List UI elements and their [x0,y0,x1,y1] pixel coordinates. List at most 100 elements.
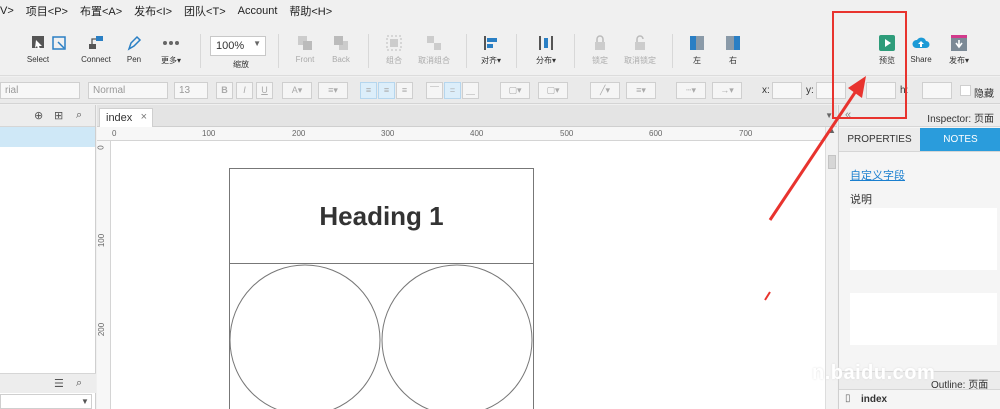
front-button[interactable]: Front [290,34,320,64]
tab-notes[interactable]: NOTES [920,128,1000,152]
font-size-select[interactable]: 13 [174,82,208,99]
watermark: n.baidu.com [812,362,936,384]
share-button[interactable]: Share [906,34,936,64]
lock-button[interactable]: 锁定 [586,34,614,66]
download-icon [951,35,967,51]
menu-project[interactable]: 项目<P> [26,3,68,19]
chevron-down-icon: ▼ [253,39,261,48]
hidden-label: 隐藏 [974,89,994,100]
ungroup-button[interactable]: 取消组合 [414,34,454,66]
italic-button[interactable]: I [236,82,253,99]
notes-secondary-box[interactable] [850,293,997,345]
tab-index[interactable]: index × [99,108,153,127]
zoom-select[interactable]: 100% ▼ [210,36,266,56]
add-page-icon[interactable]: ⊕ [34,109,43,122]
right-panel-toggle[interactable]: 右 [720,34,746,66]
h-input[interactable] [922,82,952,99]
fill-color-button[interactable]: ▢▾ [500,82,530,99]
more-button[interactable]: 更多▾ [156,34,186,66]
connect-button[interactable]: Connect [78,34,114,64]
back-button[interactable]: Back [326,34,356,64]
font-style-select[interactable]: Normal [88,82,168,99]
lock-icon [595,35,605,50]
align-icon [484,36,497,50]
left-panel-toggle[interactable]: 左 [684,34,710,66]
x-input[interactable] [772,82,802,99]
search-icon[interactable]: ⌕ [76,377,82,390]
unlock-button[interactable]: 取消锁定 [620,34,660,66]
notes-label: 说明 [850,194,872,206]
distribute-icon [539,36,553,50]
menu-icon[interactable]: ☰ [54,377,64,390]
outline-item-index[interactable]: index [861,394,887,405]
menu-arrange[interactable]: 布置<A> [80,3,122,19]
widgets-header: ☰ ⌕ [0,373,96,393]
left-panel-icon [690,36,704,50]
align-button[interactable]: 对齐▾ [476,34,506,66]
page-tab-bar: index × ▼ [97,105,837,127]
toolbar-separator [368,34,369,68]
pen-button[interactable]: Pen [120,34,148,64]
zoom-label: 缩放 [233,60,249,69]
line-style-button[interactable]: ┄▾ [676,82,706,99]
notes-textarea[interactable] [850,208,997,270]
text-highlight-button[interactable]: ≡▾ [318,82,348,99]
align-left-button[interactable]: ≡ [360,82,377,99]
align-right-button[interactable]: ≡ [396,82,413,99]
scrollbar-thumb[interactable] [828,155,836,169]
align-center-button[interactable]: ≡ [378,82,395,99]
hidden-checkbox[interactable] [960,85,971,96]
underline-button[interactable]: U [256,82,273,99]
chevron-down-icon: ▼ [81,397,89,406]
line-color-button[interactable]: ╱▾ [590,82,620,99]
widget-library-select[interactable]: ▼ [0,394,92,409]
page-icon: ▯ [845,393,851,404]
heading-widget[interactable]: Heading 1 [230,169,533,264]
tab-properties[interactable]: PROPERTIES [839,128,920,152]
valign-bottom-button[interactable]: ⎽ [462,82,479,99]
vertical-ruler: 0 100 200 [97,141,111,409]
toolbar-separator [278,34,279,68]
toolbar-separator [516,34,517,68]
publish-button[interactable]: 发布▾ [944,34,974,66]
bold-button[interactable]: B [216,82,233,99]
toolbar-separator [672,34,673,68]
add-folder-icon[interactable]: ⊞ [54,109,63,122]
unlock-icon [635,35,645,50]
menu-view[interactable]: V> [0,5,14,17]
custom-fields-link[interactable]: 自定义字段 [850,167,905,183]
arrow-style-button[interactable]: →▾ [712,82,742,99]
toolbar-separator [200,34,201,68]
toolbar-separator [466,34,467,68]
search-icon[interactable]: ⌕ [76,109,82,122]
annotation-highlight-box [832,11,907,119]
pen-icon [127,35,142,51]
line-width-button[interactable]: ≡▾ [626,82,656,99]
wireframe-page[interactable]: Heading 1 [229,168,534,409]
circle-shape-left[interactable] [229,264,381,409]
font-family-select[interactable]: rial [0,82,80,99]
menu-publish[interactable]: 发布<I> [134,3,172,19]
scroll-up-icon[interactable]: ▲ [828,126,836,135]
group-button[interactable]: 组合 [378,34,410,66]
send-back-icon [334,36,348,50]
valign-middle-button[interactable]: = [444,82,461,99]
y-label: y: [806,85,814,96]
cloud-upload-icon [912,37,930,48]
bring-front-icon [298,36,312,50]
toolbar-separator [574,34,575,68]
close-icon[interactable]: × [141,111,147,123]
menu-help[interactable]: 帮助<H> [289,3,332,19]
sitemap-selected-row[interactable] [0,127,95,147]
menu-account[interactable]: Account [238,5,278,17]
text-color-button[interactable]: A▾ [282,82,312,99]
circle-shapes [229,264,533,409]
menu-team[interactable]: 团队<T> [184,3,226,19]
circle-shape-right[interactable] [381,264,533,409]
sitemap-panel: ⊕ ⊞ ⌕ ☰ ⌕ ▼ [0,105,96,409]
distribute-button[interactable]: 分布▾ [530,34,562,66]
valign-top-button[interactable]: ⎺ [426,82,443,99]
group-icon [386,35,402,51]
shadow-button[interactable]: ▢▾ [538,82,568,99]
select-area-button[interactable] [48,34,70,55]
